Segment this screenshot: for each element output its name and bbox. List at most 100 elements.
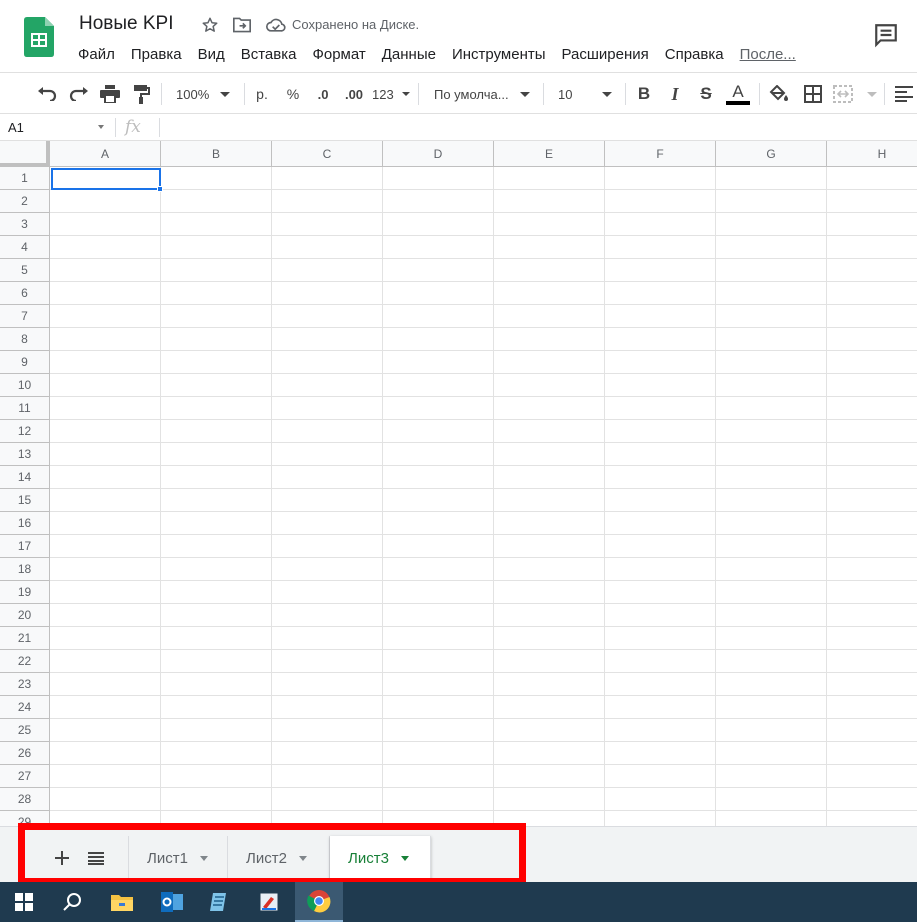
comments-icon[interactable] — [873, 22, 899, 48]
row-header-2[interactable]: 2 — [0, 190, 50, 213]
row-header-24[interactable]: 24 — [0, 696, 50, 719]
redo-icon[interactable] — [67, 81, 91, 107]
notepad-icon[interactable] — [196, 882, 244, 922]
search-icon[interactable] — [48, 882, 96, 922]
menu-tools[interactable]: Инструменты — [452, 46, 546, 66]
text-color-glyph: A — [732, 82, 744, 101]
save-status: Сохранено на Диске. — [292, 17, 420, 32]
row-header-1[interactable]: 1 — [0, 167, 50, 190]
row-header-6[interactable]: 6 — [0, 282, 50, 305]
function-icon: fx — [125, 117, 141, 137]
row-header-27[interactable]: 27 — [0, 765, 50, 788]
decrease-decimals-button[interactable]: .0 — [310, 81, 336, 107]
row-header-19[interactable]: 19 — [0, 581, 50, 604]
align-left-icon[interactable] — [892, 81, 916, 107]
formula-bar: A1 fx — [0, 114, 917, 141]
file-explorer-icon[interactable] — [98, 882, 146, 922]
sheets-app: Новые KPI Сохранено на Диске. Файл Правк… — [0, 0, 917, 922]
menu-file[interactable]: Файл — [78, 46, 115, 66]
merge-cells-button[interactable] — [833, 81, 877, 107]
row-header-9[interactable]: 9 — [0, 351, 50, 374]
paint-format-icon[interactable] — [129, 81, 153, 107]
increase-decimals-button[interactable]: .00 — [340, 81, 368, 107]
menu-help[interactable]: Справка — [665, 46, 724, 66]
menu-data[interactable]: Данные — [382, 46, 436, 66]
chrome-icon[interactable] — [295, 882, 343, 922]
select-all-corner[interactable] — [0, 141, 50, 167]
fill-handle[interactable] — [157, 186, 163, 192]
text-color-button[interactable]: A — [725, 81, 751, 107]
windows-start-icon[interactable] — [0, 882, 48, 922]
row-header-12[interactable]: 12 — [0, 420, 50, 443]
row-header-15[interactable]: 15 — [0, 489, 50, 512]
column-header-a[interactable]: A — [50, 141, 161, 167]
row-header-13[interactable]: 13 — [0, 443, 50, 466]
row-header-22[interactable]: 22 — [0, 650, 50, 673]
more-formats-label: 123 — [372, 86, 394, 102]
row-header-16[interactable]: 16 — [0, 512, 50, 535]
font-family-value: По умолча... — [434, 86, 509, 102]
row-header-25[interactable]: 25 — [0, 719, 50, 742]
row-header-20[interactable]: 20 — [0, 604, 50, 627]
row-header-14[interactable]: 14 — [0, 466, 50, 489]
menu-extensions[interactable]: Расширения — [562, 46, 649, 66]
menu-format[interactable]: Формат — [312, 46, 365, 66]
text-color-swatch — [726, 101, 750, 105]
paint-icon[interactable] — [245, 882, 293, 922]
toolbar: 100% р. % .0 .00 123 По умолча... 10 B I… — [0, 72, 917, 114]
row-header-10[interactable]: 10 — [0, 374, 50, 397]
percent-format-button[interactable]: % — [282, 81, 304, 107]
cell-area[interactable] — [50, 167, 917, 826]
row-header-3[interactable]: 3 — [0, 213, 50, 236]
menu-bar: Файл Правка Вид Вставка Формат Данные Ин… — [78, 46, 812, 66]
zoom-select[interactable]: 100% — [170, 81, 236, 107]
row-header-8[interactable]: 8 — [0, 328, 50, 351]
cloud-saved-icon[interactable] — [265, 14, 287, 36]
column-header-g[interactable]: G — [716, 141, 827, 167]
column-header-h[interactable]: H — [827, 141, 917, 167]
row-header-21[interactable]: 21 — [0, 627, 50, 650]
menu-edit[interactable]: Правка — [131, 46, 182, 66]
undo-icon[interactable] — [35, 81, 59, 107]
outlook-icon[interactable] — [148, 882, 196, 922]
column-header-d[interactable]: D — [383, 141, 494, 167]
more-formats-button[interactable]: 123 — [372, 81, 410, 107]
menu-view[interactable]: Вид — [198, 46, 225, 66]
spreadsheet-grid[interactable]: ABCDEFGH 1 2 3 4 5 6 7 8 9 10 11 12 13 14 15 16 17 18 19 20… — [0, 141, 917, 826]
name-box[interactable]: A1 — [8, 120, 24, 135]
print-icon[interactable] — [98, 81, 122, 107]
row-header-18[interactable]: 18 — [0, 558, 50, 581]
star-icon[interactable] — [199, 14, 221, 36]
windows-taskbar — [0, 882, 917, 922]
sheets-logo-icon[interactable] — [24, 17, 54, 57]
font-size-value: 10 — [558, 86, 573, 102]
row-header-5[interactable]: 5 — [0, 259, 50, 282]
currency-format-button[interactable]: р. — [251, 81, 273, 107]
strikethrough-button[interactable]: S — [695, 81, 717, 107]
move-folder-icon[interactable] — [231, 14, 253, 36]
row-header-28[interactable]: 28 — [0, 788, 50, 811]
row-header-23[interactable]: 23 — [0, 673, 50, 696]
row-header-11[interactable]: 11 — [0, 397, 50, 420]
font-size-select[interactable]: 10 — [552, 81, 618, 107]
menu-insert[interactable]: Вставка — [241, 46, 297, 66]
row-header-4[interactable]: 4 — [0, 236, 50, 259]
last-edit-link[interactable]: После... — [740, 46, 796, 66]
header: Новые KPI Сохранено на Диске. Файл Правк… — [0, 0, 917, 72]
italic-button[interactable]: I — [664, 81, 686, 107]
font-family-select[interactable]: По умолча... — [428, 81, 536, 107]
document-title[interactable]: Новые KPI — [79, 13, 174, 35]
highlight-annotation — [18, 823, 526, 885]
selected-cell[interactable] — [51, 168, 161, 190]
bold-button[interactable]: B — [633, 81, 655, 107]
column-header-c[interactable]: C — [272, 141, 383, 167]
fill-color-icon[interactable] — [767, 81, 791, 107]
column-header-b[interactable]: B — [161, 141, 272, 167]
column-header-e[interactable]: E — [494, 141, 605, 167]
column-header-f[interactable]: F — [605, 141, 716, 167]
row-header-7[interactable]: 7 — [0, 305, 50, 328]
borders-icon[interactable] — [801, 81, 825, 107]
row-header-17[interactable]: 17 — [0, 535, 50, 558]
chevron-down-icon[interactable] — [98, 125, 104, 129]
row-header-26[interactable]: 26 — [0, 742, 50, 765]
